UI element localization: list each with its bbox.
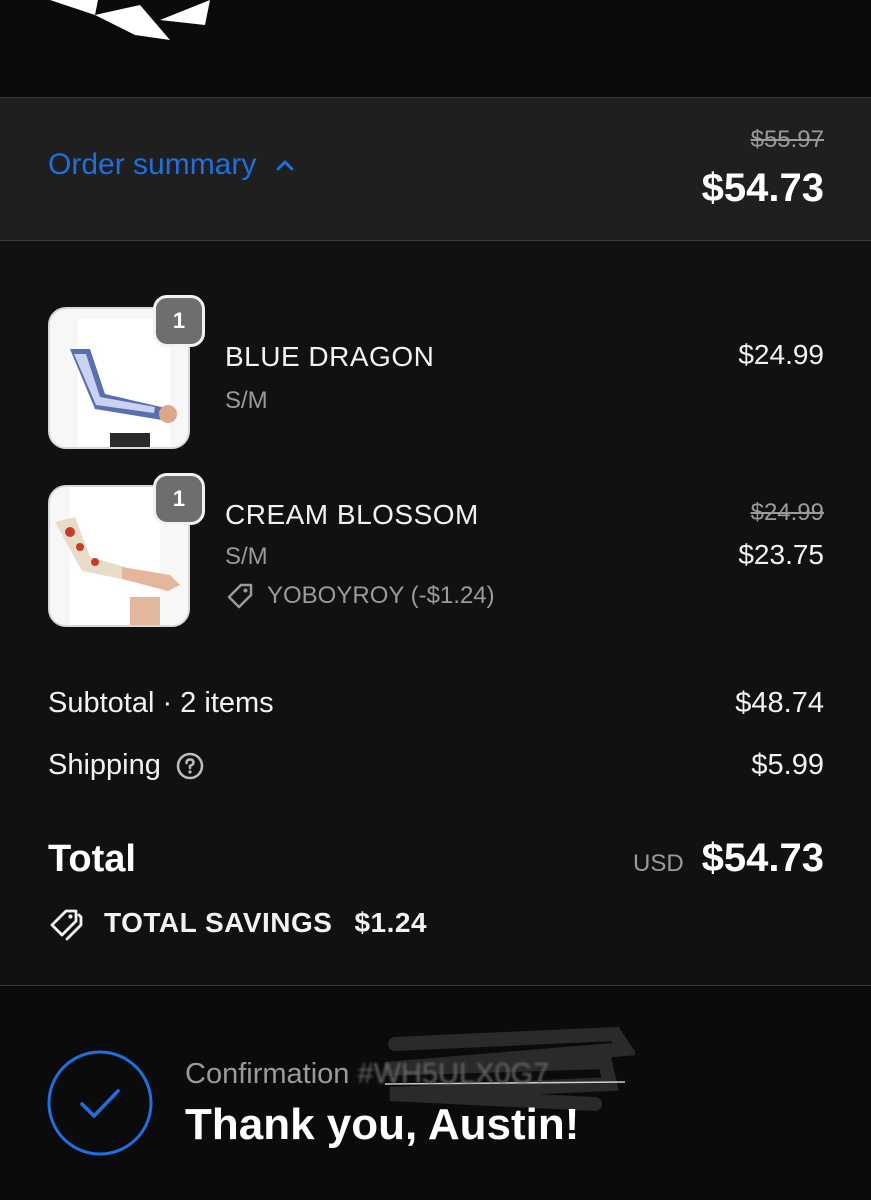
tags-icon	[50, 909, 83, 941]
order-summary-bar: Order summary $55.97 $54.73	[0, 98, 871, 241]
total-savings: TOTAL SAVINGS $1.24	[48, 905, 427, 941]
item-price: $24.99	[738, 339, 824, 370]
line-item-cream-blossom: 1 CREAM BLOSSOM S/M YOBOYROY (-$1.24) $2…	[0, 473, 871, 631]
help-icon[interactable]	[175, 751, 205, 781]
total-label: Total	[48, 838, 136, 880]
savings-label: TOTAL SAVINGS	[104, 907, 333, 938]
item-name: BLUE DRAGON	[225, 341, 435, 372]
discount-code: YOBOYROY (-$1.24)	[225, 581, 495, 611]
chevron-up-icon[interactable]	[274, 154, 296, 176]
shipping-value: $5.99	[751, 749, 824, 781]
order-status-page: Order summary $55.97 $54.73 1 BLUE DRAGO…	[0, 0, 871, 1200]
total-amount: $54.73	[701, 836, 824, 880]
discount-label: YOBOYROY (-$1.24)	[267, 582, 495, 609]
shipping-row: Shipping	[48, 749, 205, 782]
confirmation-line: Confirmation #WH5ULX0G7	[185, 1058, 549, 1091]
confirmation-label: Confirmation	[185, 1058, 350, 1090]
quantity-badge: 1	[153, 295, 205, 347]
subtotal-label: Subtotal · 2 items	[48, 687, 274, 719]
check-circle-icon	[47, 1050, 153, 1156]
item-variant: S/M	[225, 387, 268, 414]
order-details: 1 BLUE DRAGON S/M $24.99 1 CREAM BLOSSOM…	[0, 241, 871, 986]
order-summary-label[interactable]: Order summary	[48, 148, 256, 182]
confirmation-number: #WH5ULX0G7	[357, 1058, 550, 1090]
item-original-price: $24.99	[750, 499, 824, 526]
tag-icon	[227, 583, 253, 609]
line-item-blue-dragon: 1 BLUE DRAGON S/M $24.99	[0, 295, 871, 453]
total-amount-group: USD $54.73	[633, 836, 824, 881]
item-name: CREAM BLOSSOM	[225, 499, 479, 530]
brand-logo-icon	[50, 0, 210, 40]
subtotal-value: $48.74	[735, 687, 824, 719]
item-price: $23.75	[738, 539, 824, 570]
confirmation-section: Confirmation #WH5ULX0G7 Thank you, Austi…	[0, 986, 871, 1200]
thank-you-heading: Thank you, Austin!	[185, 1100, 580, 1149]
shipping-label: Shipping	[48, 749, 161, 781]
summary-total: $54.73	[701, 166, 824, 210]
currency-code: USD	[632, 850, 684, 877]
savings-value: $1.24	[354, 907, 428, 938]
header	[0, 0, 871, 98]
item-variant: S/M	[225, 543, 268, 570]
order-summary-toggle[interactable]: Order summary	[48, 148, 296, 182]
quantity-badge: 1	[153, 473, 205, 525]
summary-original-total: $55.97	[750, 126, 824, 153]
